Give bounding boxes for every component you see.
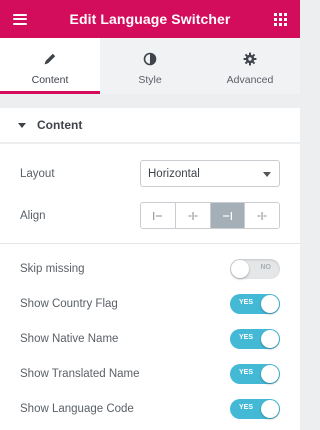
- caret-down-icon: [18, 122, 26, 128]
- switch-knob: [261, 330, 279, 348]
- switch-state-text: YES: [239, 404, 254, 411]
- apps-grid-button[interactable]: [260, 0, 300, 38]
- gear-icon: [243, 51, 257, 67]
- toggle-row: Show Language Code YES: [0, 398, 300, 420]
- switch-state-text: NO: [260, 264, 272, 271]
- tab-advanced[interactable]: Advanced: [200, 38, 300, 94]
- show-native-name-switch[interactable]: YES: [230, 329, 280, 349]
- switch-knob: [261, 365, 279, 383]
- layout-label: Layout: [20, 167, 55, 180]
- switch-state-text: YES: [239, 334, 254, 341]
- skip-missing-label: Skip missing: [20, 263, 85, 275]
- panel-title: Edit Language Switcher: [69, 11, 231, 27]
- align-center-button[interactable]: [175, 203, 211, 228]
- controls-panel: Layout Horizontal Align Skip missing NO …: [0, 144, 300, 430]
- tab-style[interactable]: Style: [100, 38, 200, 94]
- show-language-code-switch[interactable]: YES: [230, 399, 280, 419]
- panel-header: Edit Language Switcher: [0, 0, 300, 38]
- toggle-row: Show Translated Name YES: [0, 363, 300, 385]
- divider: [0, 243, 300, 244]
- align-label: Align: [20, 209, 46, 222]
- switch-knob: [261, 295, 279, 313]
- switch-state-text: YES: [239, 299, 254, 306]
- tab-content-label: Content: [31, 74, 69, 86]
- toggle-row: Show Country Flag YES: [0, 293, 300, 315]
- switch-state-text: YES: [239, 369, 254, 376]
- toggle-row: Show Native Name YES: [0, 328, 300, 350]
- tab-advanced-label: Advanced: [226, 74, 274, 86]
- switch-knob: [261, 400, 279, 418]
- align-start-button[interactable]: [141, 203, 176, 228]
- show-translated-name-switch[interactable]: YES: [230, 364, 280, 384]
- show-country-flag-switch[interactable]: YES: [230, 294, 280, 314]
- chevron-down-icon: [263, 172, 271, 177]
- menu-button[interactable]: [0, 0, 40, 38]
- layout-row: Layout Horizontal: [0, 160, 300, 187]
- align-end-button[interactable]: [210, 203, 246, 228]
- section-title: Content: [37, 118, 83, 132]
- apps-grid-icon: [273, 12, 287, 26]
- show-language-code-label: Show Language Code: [20, 403, 134, 415]
- show-native-name-label: Show Native Name: [20, 333, 119, 345]
- tab-content[interactable]: Content: [0, 38, 100, 94]
- align-row: Align: [0, 202, 300, 229]
- layout-select[interactable]: Horizontal: [140, 160, 280, 187]
- switch-knob: [231, 260, 249, 278]
- hamburger-icon: [13, 13, 27, 25]
- align-button-group: [140, 202, 280, 229]
- align-stretch-icon: [257, 211, 267, 220]
- align-start-icon: [152, 211, 162, 220]
- half-circle-icon: [143, 51, 157, 67]
- align-stretch-button[interactable]: [245, 203, 279, 228]
- align-center-icon: [188, 211, 198, 220]
- toggle-row: Skip missing NO: [0, 258, 300, 280]
- content-section-toggle[interactable]: Content: [0, 108, 300, 142]
- skip-missing-switch[interactable]: NO: [230, 259, 280, 279]
- panel-tabs: Content Style Advanced: [0, 38, 300, 94]
- show-translated-name-label: Show Translated Name: [20, 368, 140, 380]
- pencil-icon: [43, 51, 57, 67]
- layout-select-value: Horizontal: [148, 167, 200, 180]
- align-end-icon: [223, 211, 233, 220]
- show-country-flag-label: Show Country Flag: [20, 298, 118, 310]
- tab-style-label: Style: [138, 74, 162, 86]
